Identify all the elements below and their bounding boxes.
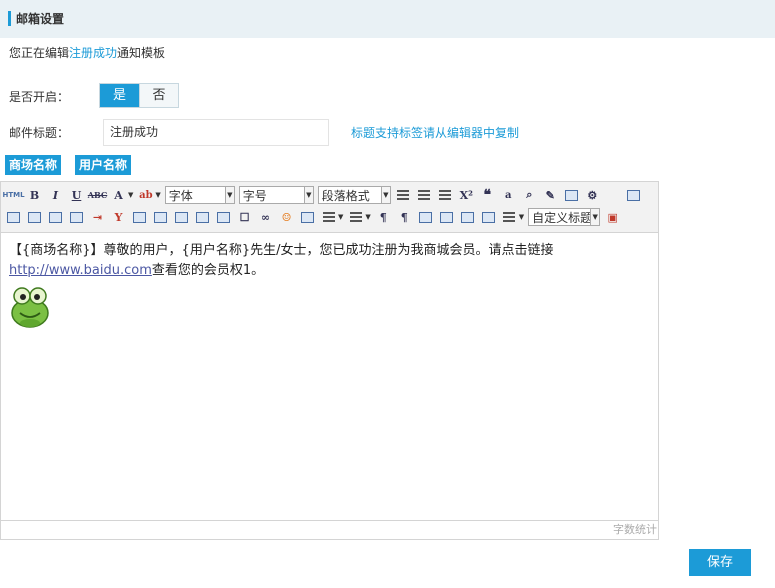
emotion-icon[interactable]: ☺ (278, 209, 295, 226)
editor-statusbar: 字数统计 (1, 520, 658, 539)
delete-row-icon[interactable] (68, 209, 85, 226)
italic-icon[interactable]: I (47, 187, 64, 204)
insert-col-icon[interactable] (26, 209, 43, 226)
fullscreen-icon[interactable] (625, 187, 642, 204)
line-height-icon[interactable] (501, 209, 518, 226)
template-name-link[interactable]: 注册成功 (69, 46, 117, 60)
image-none-icon[interactable] (459, 209, 476, 226)
align-right-icon[interactable] (437, 187, 454, 204)
header-accent-bar (8, 11, 11, 26)
editor-toolbar: HTML B I U ABC A ▼ ab ▼ 字体 ▼ 字号 ▼ 段落格式 ▼ X² ❝… (1, 182, 658, 233)
frog-emoticon-icon (11, 287, 49, 328)
font-family-arrow-icon: ▼ (224, 187, 234, 203)
paragraph-format-select[interactable]: 段落格式 ▼ (317, 186, 391, 204)
custom-title-arrow-icon: ▼ (590, 209, 600, 225)
anchor-icon[interactable]: a (500, 187, 517, 204)
rich-text-editor: HTML B I U ABC A ▼ ab ▼ 字体 ▼ 字号 ▼ 段落格式 ▼ X² ❝… (0, 181, 659, 540)
page-break-icon[interactable] (299, 209, 316, 226)
enable-toggle[interactable]: 是 否 (99, 83, 179, 108)
font-size-select[interactable]: 字号 ▼ (238, 186, 314, 204)
font-size-arrow-icon: ▼ (303, 187, 313, 203)
split-cell-icon[interactable]: ⇥ (89, 209, 106, 226)
font-family-select[interactable]: 字体 ▼ (164, 186, 235, 204)
subject-tip: 标题支持标签请从编辑器中复制 (351, 126, 520, 140)
image-center-icon[interactable] (480, 209, 497, 226)
ltr-icon[interactable]: ¶ (375, 209, 392, 226)
align-center-icon[interactable] (416, 187, 433, 204)
bold-icon[interactable]: B (26, 187, 43, 204)
save-button[interactable]: 保存 (689, 549, 751, 576)
enable-no-option[interactable]: 否 (139, 84, 178, 107)
delete-col-icon[interactable] (131, 209, 148, 226)
font-size-value: 字号 (242, 188, 267, 203)
eraser-icon[interactable]: ✎ (542, 187, 559, 204)
content-line-2: http://www.baidu.com查看您的会员权1。 (9, 261, 649, 281)
content-link[interactable]: http://www.baidu.com (9, 263, 152, 278)
superscript-icon[interactable]: X² (458, 187, 475, 204)
font-family-value: 字体 (168, 188, 193, 203)
merge-cell-icon[interactable]: Y (110, 209, 127, 226)
editing-prefix: 您正在编辑 (9, 46, 70, 60)
highlight-icon[interactable]: ab (137, 187, 154, 204)
unordered-list-caret-icon[interactable]: ▼ (365, 213, 370, 221)
background-icon[interactable]: ▣ (604, 209, 621, 226)
strikethrough-icon[interactable]: ABC (88, 187, 107, 204)
rtl-icon[interactable]: ¶ (396, 209, 413, 226)
search-replace-icon[interactable]: ⌕ (521, 187, 538, 204)
section-header: 邮箱设置 (0, 0, 775, 38)
insert-row-icon[interactable] (47, 209, 64, 226)
editing-suffix: 通知模板 (117, 46, 166, 60)
highlight-caret-icon[interactable]: ▼ (155, 191, 160, 199)
line-height-caret-icon[interactable]: ▼ (519, 213, 524, 221)
font-color-caret-icon[interactable]: ▼ (128, 191, 133, 199)
subject-label: 邮件标题： (9, 126, 70, 140)
insert-row-above-icon[interactable] (5, 209, 22, 226)
content-line-2-suffix: 查看您的会员权1。 (151, 263, 265, 278)
paragraph-arrow-icon: ▼ (380, 187, 390, 203)
enable-label: 是否开启： (9, 90, 70, 104)
split-rows-icon[interactable] (194, 209, 211, 226)
underline-icon[interactable]: U (68, 187, 85, 204)
table-icon[interactable] (563, 187, 580, 204)
template-icon[interactable]: ⚙ (584, 187, 601, 204)
editor-content[interactable]: 【{商场名称}】尊敬的用户，{用户名称}先生/女士，您已成功注册为我商城会员。请… (9, 241, 649, 281)
image-right-icon[interactable] (438, 209, 455, 226)
unordered-list-icon[interactable] (347, 209, 364, 226)
subject-input[interactable]: 注册成功 (103, 119, 329, 146)
merge-down-icon[interactable] (173, 209, 190, 226)
new-document-icon[interactable]: ☐ (236, 209, 253, 226)
merge-right-icon[interactable] (152, 209, 169, 226)
content-line-1: 【{商场名称}】尊敬的用户，{用户名称}先生/女士，您已成功注册为我商城会员。请… (9, 243, 554, 258)
enable-yes-option[interactable]: 是 (100, 84, 139, 107)
align-left-icon[interactable] (395, 187, 412, 204)
word-count-label: 字数统计 (613, 523, 657, 536)
custom-title-value: 自定义标题 (532, 210, 593, 225)
blockquote-icon[interactable]: ❝ (479, 187, 496, 204)
tag-mall-name[interactable]: 商场名称 (5, 155, 62, 175)
tag-user-name[interactable]: 用户名称 (75, 155, 132, 175)
insert-image-icon[interactable] (215, 209, 232, 226)
section-title: 邮箱设置 (16, 12, 65, 26)
paragraph-format-value: 段落格式 (321, 188, 370, 203)
image-left-icon[interactable] (417, 209, 434, 226)
font-color-icon[interactable]: A (110, 187, 127, 204)
html-source-icon[interactable]: HTML (2, 187, 24, 204)
ordered-list-icon[interactable] (320, 209, 337, 226)
ordered-list-caret-icon[interactable]: ▼ (338, 213, 343, 221)
link-icon[interactable]: ∞ (257, 209, 274, 226)
editing-notice: 您正在编辑注册成功通知模板 (9, 45, 165, 61)
custom-title-select[interactable]: 自定义标题 ▼ (528, 208, 601, 226)
